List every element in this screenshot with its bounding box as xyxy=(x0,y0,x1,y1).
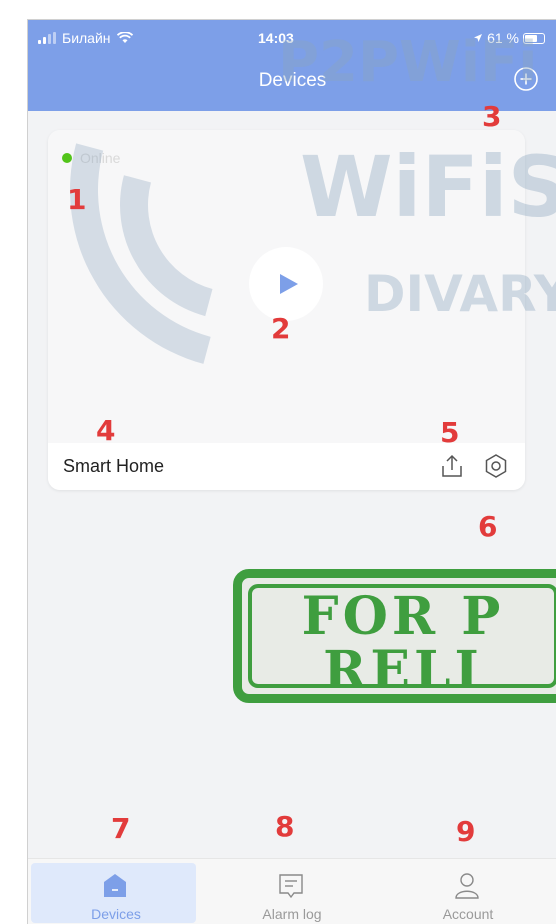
play-icon xyxy=(280,274,298,294)
app-screen: Билайн 14:03 61 % Devices Online Smart H… xyxy=(27,19,556,924)
online-status: Online xyxy=(62,150,120,166)
status-bar: Билайн 14:03 61 % xyxy=(28,20,556,56)
online-dot-icon xyxy=(62,153,72,163)
annotation-5: 5 xyxy=(440,416,460,449)
app-header: Билайн 14:03 61 % Devices xyxy=(28,20,556,111)
battery-percent: 61 % xyxy=(487,30,519,46)
annotation-1: 1 xyxy=(67,183,87,216)
device-settings-button[interactable] xyxy=(482,452,510,480)
tab-devices[interactable]: Devices xyxy=(28,859,204,924)
annotation-6: 6 xyxy=(478,510,498,543)
tab-bar: Devices Alarm log Account xyxy=(28,858,556,924)
battery-icon xyxy=(523,32,545,44)
add-device-button[interactable] xyxy=(513,66,539,92)
home-icon xyxy=(104,874,126,897)
device-card-footer: Smart Home xyxy=(48,443,525,490)
annotation-2: 2 xyxy=(271,312,291,345)
carrier-label: Билайн xyxy=(62,30,111,46)
signal-icon xyxy=(38,32,56,44)
tab-account[interactable]: Account xyxy=(380,859,556,924)
screenshot-frame: Билайн 14:03 61 % Devices Online Smart H… xyxy=(0,0,556,924)
device-name: Smart Home xyxy=(63,456,165,476)
annotation-3: 3 xyxy=(482,100,502,133)
play-button[interactable] xyxy=(249,247,323,321)
status-left: Билайн xyxy=(38,30,133,46)
wifi-icon xyxy=(116,32,133,43)
location-arrow-icon xyxy=(474,34,483,42)
tab-alarm-log[interactable]: Alarm log xyxy=(204,859,380,924)
tab-alarm-log-label: Alarm log xyxy=(262,906,322,922)
person-icon xyxy=(455,873,479,899)
status-time: 14:03 xyxy=(258,30,294,46)
status-right: 61 % xyxy=(473,30,545,46)
online-label: Online xyxy=(80,150,121,166)
share-button[interactable] xyxy=(438,452,466,480)
device-preview[interactable]: Online xyxy=(48,130,525,443)
annotation-8: 8 xyxy=(275,810,295,843)
message-icon xyxy=(279,874,303,899)
annotation-7: 7 xyxy=(111,812,131,845)
tab-devices-label: Devices xyxy=(91,906,141,922)
annotation-4: 4 xyxy=(96,414,116,447)
annotation-9: 9 xyxy=(456,815,476,848)
page-title: Devices xyxy=(258,70,327,91)
tab-account-label: Account xyxy=(442,906,494,922)
